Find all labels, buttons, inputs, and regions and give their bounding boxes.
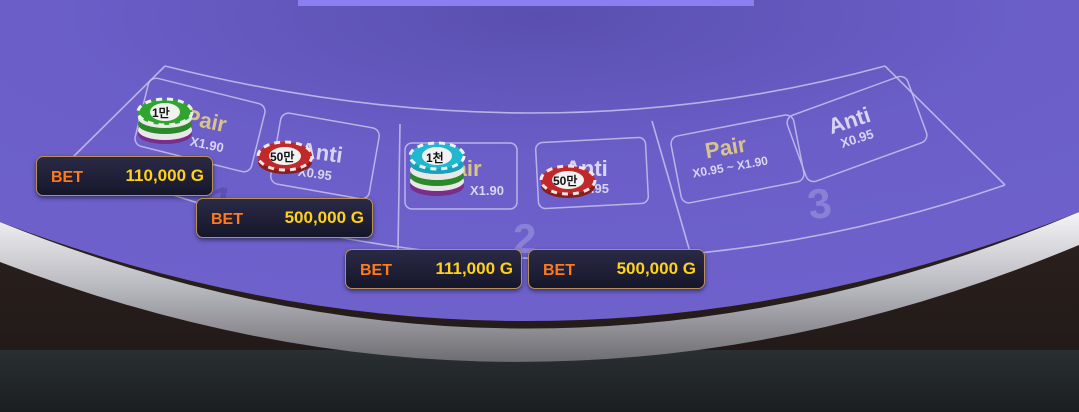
chip-stack-zone-1-pair[interactable] [134, 92, 196, 152]
chip-label-4: 50만 [553, 174, 578, 188]
bet-amount: 110,000 G [125, 166, 204, 185]
bet-amount: 500,000 G [616, 259, 696, 278]
chip-label-1: 1만 [152, 106, 170, 120]
game-table-scene [0, 0, 1079, 412]
bet-amount: 500,000 G [284, 208, 364, 227]
chip-label-3: 1천 [426, 151, 444, 165]
bet-box-zone-2-pair[interactable]: BET 111,000 G [345, 249, 522, 289]
bet-box-zone-1-anti[interactable]: BET 500,000 G [196, 198, 373, 238]
bet-label: BET [211, 211, 243, 228]
chip-label-2: 50만 [270, 150, 295, 164]
dealer-area-bar [298, 0, 754, 6]
bet-amount: 111,000 G [435, 259, 513, 278]
bet-label: BET [543, 262, 575, 279]
bet-label: BET [360, 262, 392, 279]
chip-stack-zone-2-pair[interactable] [406, 136, 468, 202]
bet-label: BET [51, 169, 83, 186]
bet-box-zone-2-anti[interactable]: BET 500,000 G [528, 249, 705, 289]
zone-2-pair-multiplier: X1.90 [470, 183, 504, 198]
bet-box-zone-1-pair[interactable]: BET 110,000 G [36, 156, 213, 196]
